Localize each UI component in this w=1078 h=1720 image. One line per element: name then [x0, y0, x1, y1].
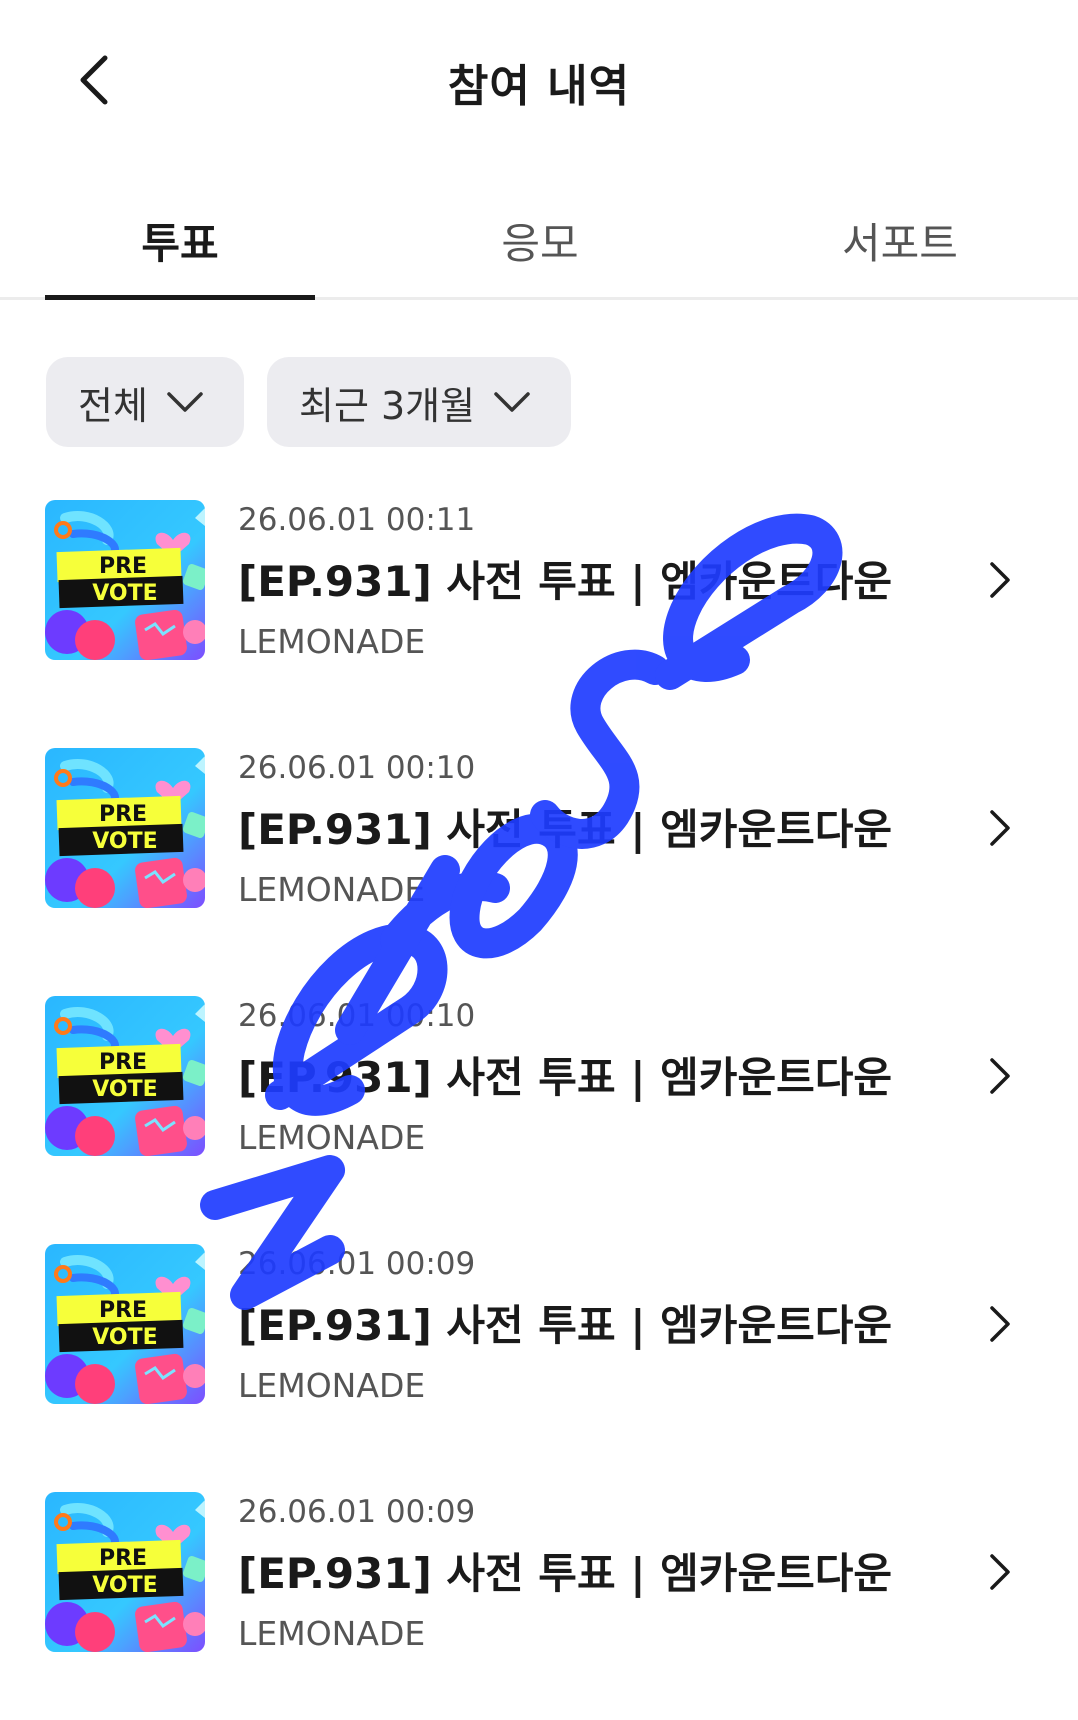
chevron-right-icon	[980, 1547, 1020, 1597]
item-title: [EP.931] 사전 투표 | 엠카운트다운	[238, 1301, 893, 1350]
item-date: 26.06.01 00:10	[238, 998, 476, 1034]
thumb-text-vote: VOTE	[92, 1077, 157, 1102]
pre-vote-thumbnail: PRE VOTE	[45, 1492, 205, 1652]
item-organizer: LEMONADE	[238, 1614, 426, 1653]
list-item[interactable]: PRE VOTE 26.06.01 00:10 [EP.931] 사전 투표 |…	[0, 748, 1078, 928]
thumb-text-vote: VOTE	[92, 1325, 157, 1350]
pre-vote-thumbnail: PRE VOTE	[45, 748, 205, 908]
thumb-text-pre: PRE	[99, 1050, 147, 1075]
category-filter-label: 전체	[78, 383, 148, 428]
list-item[interactable]: PRE VOTE 26.06.01 00:10 [EP.931] 사전 투표 |…	[0, 996, 1078, 1176]
item-organizer: LEMONADE	[238, 870, 426, 909]
thumb-text-pre: PRE	[99, 1298, 147, 1323]
thumb-text-vote: VOTE	[92, 581, 157, 606]
item-date: 26.06.01 00:10	[238, 750, 476, 786]
item-title: [EP.931] 사전 투표 | 엠카운트다운	[238, 1549, 893, 1598]
chevron-right-icon	[980, 555, 1020, 605]
tab-support[interactable]: 서포트	[765, 200, 1035, 280]
item-date: 26.06.01 00:09	[238, 1494, 476, 1530]
list-item[interactable]: PRE VOTE 26.06.01 00:09 [EP.931] 사전 투표 |…	[0, 1244, 1078, 1424]
thumb-text-vote: VOTE	[92, 1573, 157, 1598]
page-title: 참여 내역	[447, 61, 631, 112]
category-filter-dropdown[interactable]: 전체	[46, 357, 244, 447]
chevron-right-icon	[980, 1299, 1020, 1349]
item-organizer: LEMONADE	[238, 1366, 426, 1405]
period-filter-dropdown[interactable]: 최근 3개월	[267, 357, 571, 447]
item-date: 26.06.01 00:11	[238, 502, 476, 538]
thumb-text-pre: PRE	[99, 1546, 147, 1571]
tab-entry[interactable]: 응모	[405, 200, 675, 280]
item-title: [EP.931] 사전 투표 | 엠카운트다운	[238, 1053, 893, 1102]
tab-vote[interactable]: 투표	[45, 200, 315, 280]
chevron-down-icon	[493, 390, 531, 414]
pre-vote-thumbnail: PRE VOTE	[45, 996, 205, 1156]
thumb-text-pre: PRE	[99, 554, 147, 579]
active-tab-indicator	[45, 295, 315, 300]
tab-bar: 투표 응모 서포트	[0, 180, 1078, 300]
item-title: [EP.931] 사전 투표 | 엠카운트다운	[238, 557, 893, 606]
pre-vote-thumbnail: PRE VOTE	[45, 1244, 205, 1404]
item-title: [EP.931] 사전 투표 | 엠카운트다운	[238, 805, 893, 854]
thumb-text-pre: PRE	[99, 802, 147, 827]
list-item[interactable]: PRE VOTE 26.06.01 00:09 [EP.931] 사전 투표 |…	[0, 1492, 1078, 1672]
period-filter-label: 최근 3개월	[299, 383, 476, 428]
chevron-down-icon	[166, 390, 204, 414]
item-date: 26.06.01 00:09	[238, 1246, 476, 1282]
thumb-text-vote: VOTE	[92, 829, 157, 854]
list-item[interactable]: PRE VOTE 26.06.01 00:11 [EP.931] 사전 투표 |…	[0, 500, 1078, 680]
header: 참여 내역	[0, 0, 1078, 160]
chevron-right-icon	[980, 1051, 1020, 1101]
participation-history-screen: 참여 내역 투표 응모 서포트 전체 최근 3개월 PRE VOTE 26.06…	[0, 0, 1078, 1720]
item-organizer: LEMONADE	[238, 622, 426, 661]
item-organizer: LEMONADE	[238, 1118, 426, 1157]
chevron-right-icon	[980, 803, 1020, 853]
pre-vote-thumbnail: PRE VOTE	[45, 500, 205, 660]
